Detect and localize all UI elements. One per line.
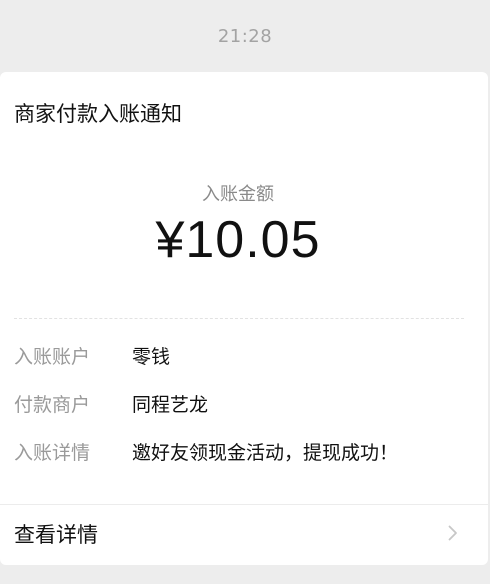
info-label: 入账详情: [14, 442, 91, 464]
chevron-right-icon: [448, 525, 457, 541]
amount-label: 入账金额: [202, 184, 274, 205]
info-label: 付款商户: [14, 394, 91, 416]
view-details-label: 查看详情: [14, 523, 98, 547]
info-row-merchant: 付款商户 同程艺龙: [14, 390, 208, 418]
info-label: 入账账户: [14, 346, 91, 368]
amount-value: ¥10.05: [155, 211, 321, 269]
info-value: 邀好友领现金活动，提现成功！: [132, 442, 399, 464]
card-title: 商家付款入账通知: [14, 102, 182, 126]
payment-notification-card: 商家付款入账通知 入账金额 ¥10.05 入账账户 零钱 付款商户 同程艺龙 入账详…: [0, 72, 488, 565]
view-details-link[interactable]: 查看详情: [0, 505, 488, 565]
info-row-account: 入账账户 零钱: [14, 342, 170, 370]
info-value: 同程艺龙: [132, 394, 209, 416]
info-row-details: 入账详情 邀好友领现金活动，提现成功！: [14, 438, 398, 466]
info-value: 零钱: [132, 346, 171, 368]
dashed-divider: [14, 318, 464, 319]
message-timestamp: 21:28: [217, 26, 273, 47]
